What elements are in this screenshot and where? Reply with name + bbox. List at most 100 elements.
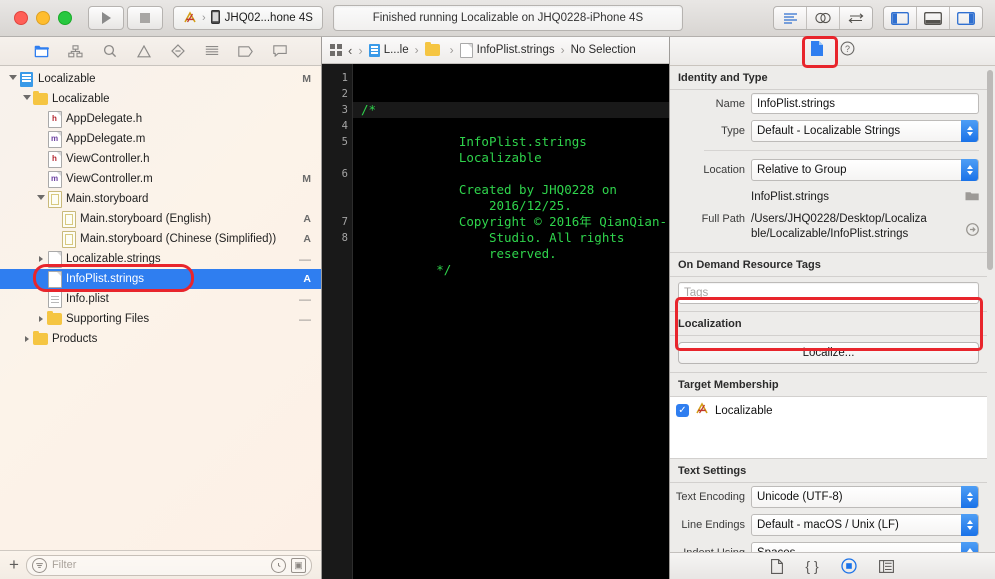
breadcrumb-project[interactable]: L...le (369, 44, 409, 57)
tree-row-viewcontroller-h[interactable]: h ViewController.h (0, 149, 321, 169)
target-membership-row[interactable]: ✓ Localizable (676, 402, 987, 419)
tree-row-main-storyboard-english[interactable]: Main.storyboard (English) A (0, 209, 321, 229)
tree-row-products[interactable]: Products (0, 329, 321, 349)
braces-icon[interactable]: { } (805, 558, 818, 574)
localize-button[interactable]: Localize... (678, 342, 979, 364)
disclosure-triangle[interactable] (6, 75, 19, 83)
breadcrumb-selection[interactable]: No Selection (571, 44, 636, 56)
clock-icon[interactable] (271, 558, 286, 573)
type-popup-button[interactable]: Default - Localizable Strings (751, 120, 979, 142)
symbol-navigator-icon[interactable] (67, 43, 84, 59)
toggle-utilities-icon[interactable] (950, 7, 982, 29)
source-editor[interactable]: 1 2 3 4 5 6 7 8 /* InfoPlist.strings Loc… (322, 64, 669, 579)
stop-button[interactable] (127, 6, 163, 30)
tree-row-project-localizable[interactable]: Localizable M (0, 69, 321, 89)
xcode-app-icon (695, 402, 709, 419)
standard-editor-icon[interactable] (774, 7, 807, 29)
tree-row-main-storyboard[interactable]: Main.storyboard (0, 189, 321, 209)
tree-row-label: Info.plist (66, 293, 109, 305)
text-encoding-popup-button[interactable]: Unicode (UTF-8) (751, 486, 979, 508)
tree-row-group-localizable[interactable]: Localizable (0, 89, 321, 109)
add-file-button[interactable]: + (9, 556, 19, 573)
tree-row-infoplist-strings[interactable]: InfoPlist.strings A (0, 269, 321, 289)
breakpoint-navigator-icon[interactable] (237, 43, 254, 59)
section-divider (704, 150, 979, 151)
version-editor-icon[interactable] (840, 7, 872, 29)
disclosure-triangle[interactable] (34, 316, 47, 322)
tree-row-viewcontroller-m[interactable]: m ViewController.m M (0, 169, 321, 189)
disclosure-triangle[interactable] (34, 256, 47, 262)
filter-input[interactable]: Filter ▣ (26, 555, 312, 576)
breadcrumb-file[interactable]: InfoPlist.strings (460, 43, 555, 58)
indent-using-value: Spaces (757, 547, 795, 552)
navigate-back-button[interactable]: ‹ (348, 43, 352, 58)
name-label: Name (670, 98, 745, 110)
debug-navigator-icon[interactable] (203, 43, 220, 59)
file-inspector-icon[interactable] (810, 40, 824, 62)
line-endings-popup-button[interactable]: Default - macOS / Unix (LF) (751, 514, 979, 536)
report-navigator-icon[interactable] (271, 43, 288, 59)
source-control-filter-icon[interactable]: ▣ (291, 558, 306, 573)
location-popup-button[interactable]: Relative to Group (751, 159, 979, 181)
folder-chooser-icon[interactable] (965, 188, 979, 206)
view-toggle-segmented-control[interactable] (883, 6, 983, 30)
target-checkbox[interactable]: ✓ (676, 404, 689, 417)
editor-mode-segmented-control[interactable] (773, 6, 873, 30)
list-icon[interactable] (879, 560, 894, 573)
source-file-icon: m (47, 171, 62, 188)
navigator-pane: Localizable M Localizable h AppDelegate.… (0, 37, 322, 579)
breadcrumb-folder[interactable] (425, 44, 444, 56)
toggle-debug-area-icon[interactable] (917, 7, 950, 29)
target-membership-list[interactable]: ✓ Localizable (670, 397, 987, 459)
tree-row-label: ViewController.m (66, 173, 153, 185)
find-navigator-icon[interactable] (101, 43, 118, 59)
minimize-window-button[interactable] (36, 11, 50, 25)
inspector-selector-bar: ? (670, 37, 995, 66)
scheme-selector[interactable]: › JHQ02...hone 4S (173, 6, 323, 30)
name-input[interactable]: InfoPlist.strings (751, 93, 979, 114)
close-window-button[interactable] (14, 11, 28, 25)
zoom-window-button[interactable] (58, 11, 72, 25)
code-text-area[interactable]: /* InfoPlist.strings Localizable Created… (353, 64, 669, 579)
indent-using-popup-button[interactable]: Spaces (751, 542, 979, 552)
disclosure-triangle[interactable] (34, 195, 47, 203)
file-inspector-bottom-icon[interactable] (771, 559, 783, 574)
tree-row-supporting-files[interactable]: Supporting Files — (0, 309, 321, 329)
window-toolbar: › JHQ02...hone 4S Finished running Local… (0, 0, 995, 37)
location-label: Location (670, 164, 745, 176)
line-number (322, 150, 348, 166)
related-items-icon[interactable] (330, 44, 342, 56)
line-endings-value: Default - macOS / Unix (LF) (757, 519, 899, 531)
text-encoding-label: Text Encoding (670, 491, 745, 503)
field-text-encoding-row: Text Encoding Unicode (UTF-8) (670, 483, 987, 511)
assistant-editor-icon[interactable] (807, 7, 840, 29)
tree-row-appdelegate-m[interactable]: m AppDelegate.m (0, 129, 321, 149)
strings-file-icon (47, 271, 62, 288)
project-navigator-tree[interactable]: Localizable M Localizable h AppDelegate.… (0, 66, 321, 550)
test-navigator-icon[interactable] (169, 43, 186, 59)
target-icon[interactable] (841, 558, 857, 574)
tree-row-appdelegate-h[interactable]: h AppDelegate.h (0, 109, 321, 129)
disclosure-triangle[interactable] (20, 95, 33, 103)
odr-tags-input[interactable]: Tags (678, 282, 979, 304)
tree-row-info-plist[interactable]: Info.plist — (0, 289, 321, 309)
disclosure-triangle[interactable] (20, 336, 33, 342)
quick-help-icon[interactable]: ? (840, 41, 855, 61)
field-location-row: Location Relative to Group (670, 156, 987, 184)
navigate-forward-button[interactable]: › (358, 43, 362, 58)
project-navigator-icon[interactable] (33, 43, 50, 59)
tree-row-localizable-strings[interactable]: Localizable.strings — (0, 249, 321, 269)
scrollbar-thumb[interactable] (987, 70, 993, 270)
inspector-scrollbar[interactable] (987, 70, 993, 552)
reveal-in-finder-icon[interactable] (966, 223, 979, 241)
location-value: Relative to Group (757, 164, 847, 176)
filter-icon (32, 558, 47, 573)
section-identity-and-type-header: Identity and Type (670, 66, 987, 90)
run-button[interactable] (88, 6, 124, 30)
scheme-label: JHQ02...hone 4S (225, 12, 313, 24)
toggle-navigator-icon[interactable] (884, 7, 917, 29)
tree-row-label: Localizable.strings (66, 253, 161, 265)
tree-row-label: Main.storyboard (Chinese (Simplified)) (80, 233, 276, 245)
issue-navigator-icon[interactable] (135, 43, 152, 59)
tree-row-main-storyboard-chinese[interactable]: Main.storyboard (Chinese (Simplified)) A (0, 229, 321, 249)
